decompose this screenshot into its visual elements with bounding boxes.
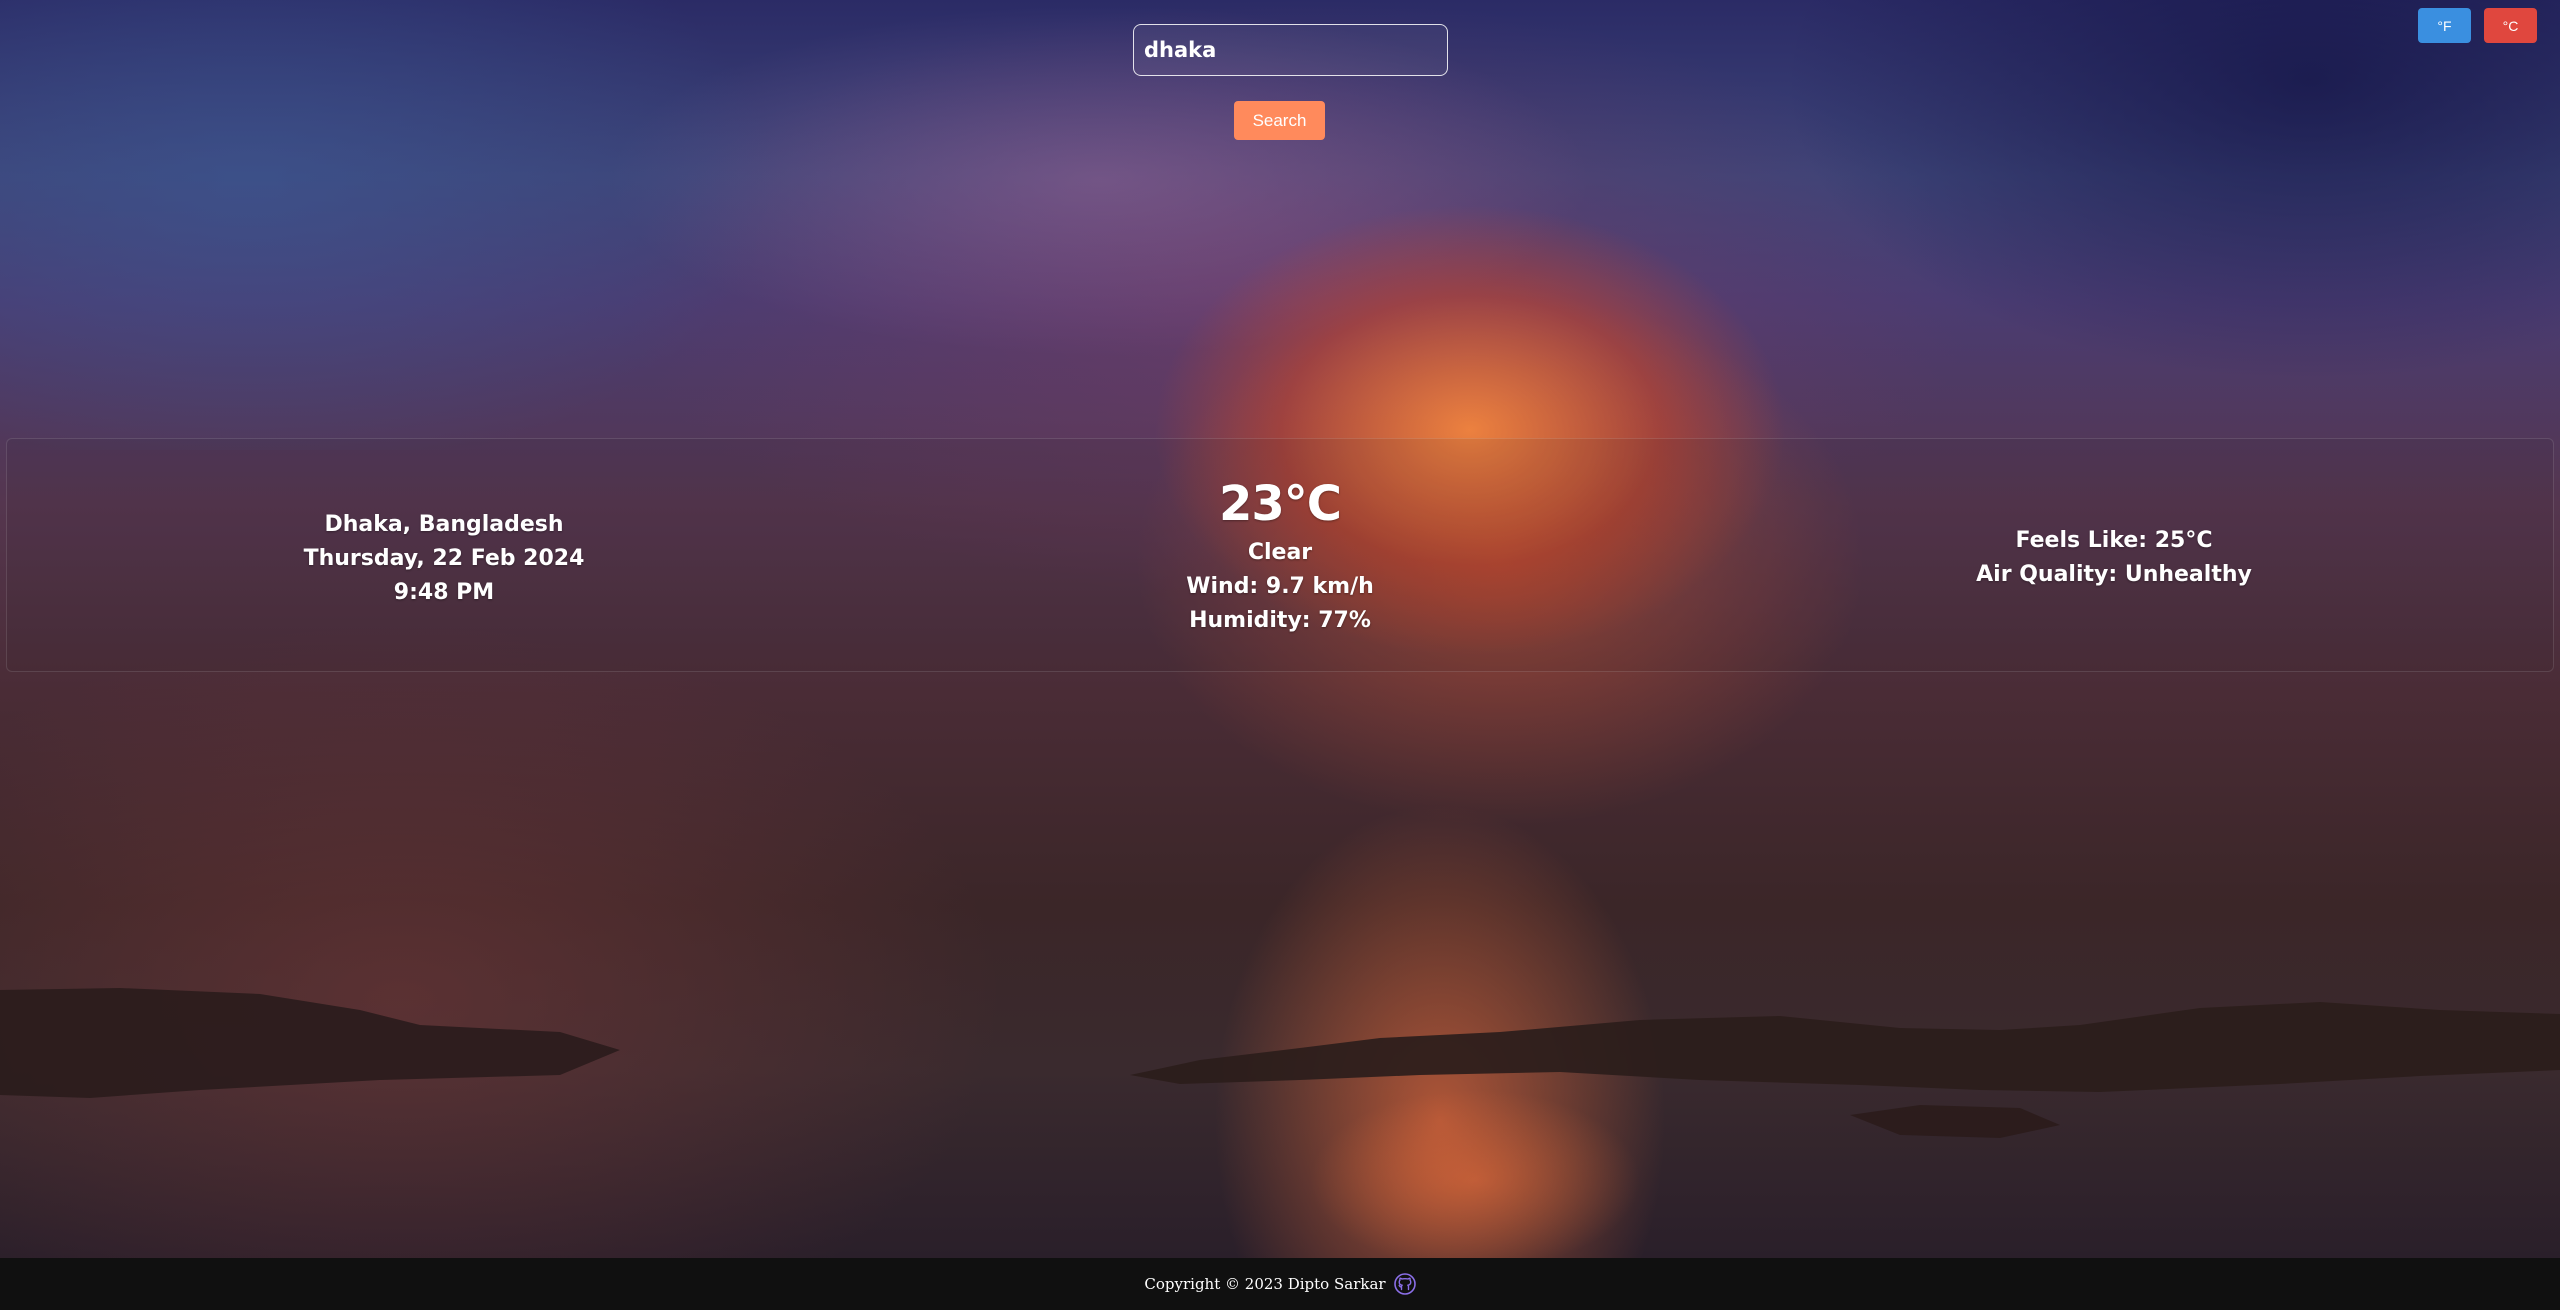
background-sky-glow: [0, 0, 1000, 450]
weather-condition: Clear: [1247, 540, 1313, 565]
copyright-text: Copyright © 2023 Dipto Sarkar: [1144, 1275, 1386, 1293]
feels-like: Feels Like: 25°C: [2015, 528, 2213, 553]
weather-details: Feels Like: 25°C Air Quality: Unhealthy: [1914, 524, 2314, 592]
current-weather: 23°C Clear Wind: 9.7 km/h Humidity: 77%: [1080, 472, 1480, 638]
humidity: Humidity: 77%: [1189, 608, 1371, 633]
air-quality: Air Quality: Unhealthy: [1976, 562, 2252, 587]
search-button[interactable]: Search: [1234, 101, 1325, 140]
background-rocks: [0, 988, 2560, 1138]
location-name: Dhaka, Bangladesh: [324, 512, 564, 537]
current-date: Thursday, 22 Feb 2024: [303, 546, 585, 571]
wind-speed: Wind: 9.7 km/h: [1186, 574, 1374, 599]
location-info: Dhaka, Bangladesh Thursday, 22 Feb 2024 …: [244, 508, 644, 610]
background-dark-sky: [1660, 0, 2560, 500]
city-search-input[interactable]: [1133, 24, 1448, 76]
footer: Copyright © 2023 Dipto Sarkar: [0, 1258, 2560, 1310]
github-icon[interactable]: [1393, 1273, 1416, 1295]
current-time: 9:48 PM: [393, 580, 495, 605]
celsius-button[interactable]: °C: [2484, 8, 2537, 43]
temperature: 23°C: [1218, 476, 1342, 532]
fahrenheit-button[interactable]: °F: [2418, 8, 2471, 43]
